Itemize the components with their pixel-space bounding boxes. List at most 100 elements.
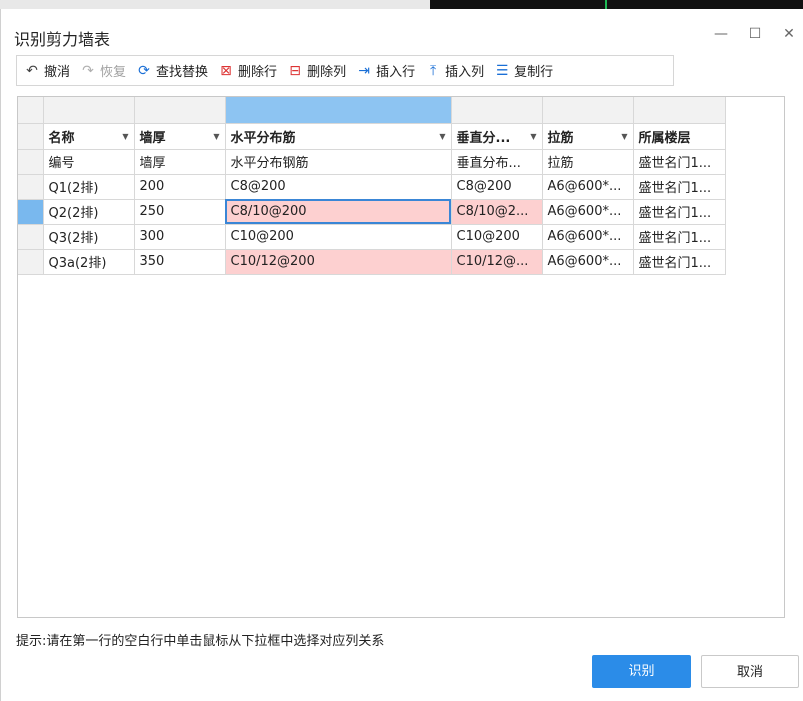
insert-column-icon: ⤒: [429, 62, 437, 79]
insert-column-label: 插入列: [445, 65, 485, 80]
table-row: Q3(2排) 300 C10@200 C10@200 A6@600*... 盛世…: [18, 224, 726, 250]
find-replace-icon: ⟳: [138, 62, 150, 79]
data-grid: 名称 ▼ 墙厚 ▼ 水平分布筋 ▼ 垂直分... ▼ 拉筋 ▼ 所属楼层 编号 墙厚 水平…: [17, 96, 785, 618]
table-cell[interactable]: Q3(2排): [43, 224, 135, 250]
dropdown-arrow-icon: ▼: [530, 131, 537, 141]
mapping-label: 垂直分...: [456, 130, 511, 146]
table-cell[interactable]: 水平分布钢筋: [225, 149, 452, 175]
column-selector[interactable]: [451, 97, 543, 124]
minimize-icon[interactable]: —: [711, 24, 731, 44]
table-cell[interactable]: 300: [134, 224, 226, 250]
table-cell[interactable]: 编号: [43, 149, 135, 175]
table-row: 编号 墙厚 水平分布钢筋 垂直分布... 拉筋 盛世名门1...: [18, 149, 726, 175]
table-cell[interactable]: 盛世名门1...: [633, 174, 726, 200]
table-cell[interactable]: C8@200: [225, 174, 452, 200]
redo-button[interactable]: ↷ 恢复: [80, 59, 126, 83]
redo-icon: ↷: [82, 62, 94, 79]
table-cell[interactable]: Q2(2排): [43, 199, 135, 225]
table-cell[interactable]: 拉筋: [542, 149, 634, 175]
grid-table: 名称 ▼ 墙厚 ▼ 水平分布筋 ▼ 垂直分... ▼ 拉筋 ▼ 所属楼层 编号 墙厚 水平…: [18, 97, 726, 275]
table-cell[interactable]: 350: [134, 249, 226, 275]
table-cell[interactable]: 盛世名门1...: [633, 199, 726, 225]
mapping-dropdown[interactable]: 名称 ▼: [43, 123, 135, 150]
table-cell[interactable]: 垂直分布...: [451, 149, 543, 175]
mapping-dropdown[interactable]: 拉筋 ▼: [542, 123, 634, 150]
insert-column-button[interactable]: ⤒ 插入列: [425, 59, 484, 83]
delete-row-label: 删除行: [238, 65, 278, 80]
table-cell[interactable]: Q1(2排): [43, 174, 135, 200]
table-cell[interactable]: 250: [134, 199, 226, 225]
mapping-header-row: 名称 ▼ 墙厚 ▼ 水平分布筋 ▼ 垂直分... ▼ 拉筋 ▼ 所属楼层: [18, 123, 726, 150]
table-cell-active[interactable]: C8/10@200: [225, 199, 452, 225]
mapping-dropdown[interactable]: 垂直分... ▼: [451, 123, 543, 150]
table-row: Q2(2排) 250 C8/10@200 C8/10@2... A6@600*.…: [18, 199, 726, 225]
row-header[interactable]: [18, 199, 44, 225]
table-cell[interactable]: 盛世名门1...: [633, 249, 726, 275]
column-selector-row: [18, 97, 726, 124]
mapping-label: 所属楼层: [638, 130, 691, 146]
toolbar: ↶ 撤消 ↷ 恢复 ⟳ 查找替换 ⊠ 删除行 ⊟ 删除列 ⇥ 插入行 ⤒ 插入列…: [16, 55, 674, 86]
insert-row-button[interactable]: ⇥ 插入行: [356, 59, 415, 83]
undo-button[interactable]: ↶ 撤消: [24, 59, 70, 83]
table-cell[interactable]: 墙厚: [134, 149, 226, 175]
dropdown-arrow-icon: ▼: [122, 131, 129, 141]
table-cell[interactable]: C10/12@...: [451, 249, 543, 275]
table-row: Q3a(2排) 350 C10/12@200 C10/12@... A6@600…: [18, 249, 726, 275]
dropdown-arrow-icon: ▼: [439, 131, 446, 141]
insert-row-label: 插入行: [376, 65, 416, 80]
row-header[interactable]: [18, 224, 44, 250]
copy-row-icon: ☰: [495, 62, 509, 79]
redo-label: 恢复: [100, 65, 127, 80]
mapping-label: 拉筋: [547, 130, 574, 146]
table-cell[interactable]: C10/12@200: [225, 249, 452, 275]
dialog-title: 识别剪力墙表: [14, 30, 111, 49]
row-header[interactable]: [18, 249, 44, 275]
table-cell[interactable]: A6@600*...: [542, 224, 634, 250]
column-selector[interactable]: [134, 97, 226, 124]
table-cell[interactable]: 盛世名门1...: [633, 224, 726, 250]
row-header[interactable]: [18, 174, 44, 200]
undo-label: 撤消: [44, 65, 71, 80]
recognize-button[interactable]: 识别: [592, 655, 691, 688]
dropdown-arrow-icon: ▼: [213, 131, 220, 141]
table-cell[interactable]: C8@200: [451, 174, 543, 200]
insert-row-icon: ⇥: [358, 62, 370, 79]
table-cell[interactable]: C10@200: [225, 224, 452, 250]
corner-cell[interactable]: [18, 97, 44, 124]
close-icon[interactable]: ✕: [779, 24, 799, 44]
mapping-label: 名称: [48, 130, 75, 146]
mapping-dropdown[interactable]: 水平分布筋 ▼: [225, 123, 452, 150]
column-selector[interactable]: [542, 97, 634, 124]
table-cell[interactable]: C8/10@2...: [451, 199, 543, 225]
copy-row-button[interactable]: ☰ 复制行: [494, 59, 553, 83]
mapping-dropdown[interactable]: 墙厚 ▼: [134, 123, 226, 150]
mapping-dropdown[interactable]: 所属楼层: [633, 123, 726, 150]
row-header[interactable]: [18, 149, 44, 175]
table-cell[interactable]: 盛世名门1...: [633, 149, 726, 175]
delete-column-icon: ⊟: [289, 62, 301, 79]
column-selector[interactable]: [225, 97, 452, 124]
table-cell[interactable]: Q3a(2排): [43, 249, 135, 275]
hint-text: 提示:请在第一行的空白行中单击鼠标从下拉框中选择对应列关系: [16, 634, 385, 649]
delete-row-icon: ⊠: [220, 62, 232, 79]
undo-icon: ↶: [26, 62, 38, 79]
mapping-label: 墙厚: [139, 130, 166, 146]
table-cell[interactable]: A6@600*...: [542, 199, 634, 225]
find-replace-label: 查找替换: [156, 65, 209, 80]
cancel-button[interactable]: 取消: [701, 655, 799, 688]
dropdown-arrow-icon: ▼: [621, 131, 628, 141]
maximize-icon[interactable]: ☐: [745, 24, 765, 44]
delete-row-button[interactable]: ⊠ 删除行: [218, 59, 277, 83]
column-selector[interactable]: [43, 97, 135, 124]
find-replace-button[interactable]: ⟳ 查找替换: [136, 59, 208, 83]
mapping-label: 水平分布筋: [230, 130, 296, 146]
table-cell[interactable]: C10@200: [451, 224, 543, 250]
row-header[interactable]: [18, 123, 44, 150]
column-selector[interactable]: [633, 97, 726, 124]
table-row: Q1(2排) 200 C8@200 C8@200 A6@600*... 盛世名门…: [18, 174, 726, 200]
table-cell[interactable]: 200: [134, 174, 226, 200]
delete-column-button[interactable]: ⊟ 删除列: [287, 59, 346, 83]
table-cell[interactable]: A6@600*...: [542, 174, 634, 200]
table-cell[interactable]: A6@600*...: [542, 249, 634, 275]
delete-column-label: 删除列: [307, 65, 347, 80]
